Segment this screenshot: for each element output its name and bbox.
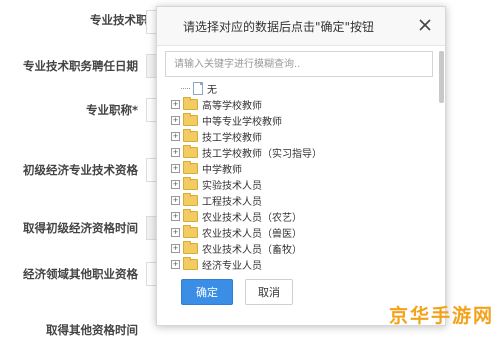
folder-icon xyxy=(183,160,198,174)
tree-node-agri-agronomy[interactable]: + 农业技术人员（农艺） xyxy=(171,208,302,224)
tree-node-label: 农业技术人员（畜牧） xyxy=(202,244,302,256)
tree-node-label: 技工学校教师 xyxy=(202,132,262,144)
tree-node-university-teacher[interactable]: + 高等学校教师 xyxy=(171,96,262,112)
dialog-title: 请选择对应的数据后点击"确定"按钮 xyxy=(183,20,375,34)
cancel-button[interactable]: 取消 xyxy=(245,279,293,305)
folder-icon xyxy=(183,112,198,126)
tree-node-economist[interactable]: + 经济专业人员 xyxy=(171,256,262,272)
confirm-button[interactable]: 确定 xyxy=(181,279,233,305)
tree-node-label: 中学教师 xyxy=(202,164,242,176)
expand-icon[interactable]: + xyxy=(171,163,180,173)
expand-icon[interactable]: + xyxy=(171,131,180,141)
expand-icon[interactable]: + xyxy=(171,227,180,237)
close-icon[interactable] xyxy=(415,15,435,35)
folder-icon xyxy=(183,176,198,190)
tree-node-label: 农业技术人员（农艺） xyxy=(202,212,302,224)
tree-node-secondary-vocational-teacher[interactable]: + 中等专业学校教师 xyxy=(171,112,282,128)
folder-icon xyxy=(183,144,198,158)
form-label-professional-title: 专业职称* xyxy=(85,103,138,117)
tree-node-engineer[interactable]: + 工程技术人员 xyxy=(171,192,262,208)
form-label-junior-date: 取得初级经济资格时间 xyxy=(23,221,138,235)
folder-icon xyxy=(183,96,198,110)
expand-icon[interactable]: + xyxy=(171,243,180,253)
file-icon xyxy=(193,81,203,95)
tree-node-label: 高等学校教师 xyxy=(202,100,262,112)
tree-node-none[interactable]: 无 xyxy=(181,81,217,96)
tree-node-agri-veterinary[interactable]: + 农业技术人员（兽医） xyxy=(171,224,302,240)
search-input[interactable] xyxy=(165,51,433,77)
form-label-appoint-date: 专业技术职务聘任日期 xyxy=(23,59,138,73)
tree-line xyxy=(181,87,190,89)
tree-node-agri-husbandry[interactable]: + 农业技术人员（畜牧） xyxy=(171,240,302,256)
tree-node-label: 中等专业学校教师 xyxy=(202,116,282,128)
tree-node-label: 实验技术人员 xyxy=(202,180,262,192)
expand-icon[interactable]: + xyxy=(171,99,180,109)
tree-node-label: 经济专业人员 xyxy=(202,260,262,272)
folder-icon xyxy=(183,128,198,142)
select-dialog: 请选择对应的数据后点击"确定"按钮 无 + 高等学校教师 + 中等专业学校教师 … xyxy=(156,6,446,326)
form-label-other-qualification: 经济领域其他职业资格 xyxy=(23,267,138,281)
tree-node-label: 技工学校教师（实习指导） xyxy=(202,148,322,160)
expand-icon[interactable]: + xyxy=(171,147,180,157)
expand-icon[interactable]: + xyxy=(171,259,180,269)
dialog-header: 请选择对应的数据后点击"确定"按钮 xyxy=(157,7,445,46)
tree-node-label: 无 xyxy=(207,84,217,96)
category-tree: 无 + 高等学校教师 + 中等专业学校教师 + 技工学校教师 + 技工学校教师（… xyxy=(165,77,433,277)
folder-icon xyxy=(183,240,198,254)
expand-icon[interactable]: + xyxy=(171,179,180,189)
expand-icon[interactable]: + xyxy=(171,195,180,205)
folder-icon xyxy=(183,224,198,238)
folder-icon xyxy=(183,192,198,206)
tree-node-label: 工程技术人员 xyxy=(202,196,262,208)
tree-node-technical-school-teacher[interactable]: + 技工学校教师 xyxy=(171,128,262,144)
site-watermark: 京华手游网 xyxy=(388,305,494,327)
tree-node-technical-school-instructor[interactable]: + 技工学校教师（实习指导） xyxy=(171,144,322,160)
tree-node-label: 农业技术人员（兽医） xyxy=(202,228,302,240)
tree-node-lab-technician[interactable]: + 实验技术人员 xyxy=(171,176,262,192)
form-label-junior-qualification: 初级经济专业技术资格 xyxy=(23,163,138,177)
tree-node-middle-school-teacher[interactable]: + 中学教师 xyxy=(171,160,242,176)
form-label-other-date: 取得其他资格时间 xyxy=(46,323,138,337)
folder-icon xyxy=(183,208,198,222)
expand-icon[interactable]: + xyxy=(171,115,180,125)
folder-icon xyxy=(183,256,198,270)
tree-scrollbar[interactable] xyxy=(439,51,444,103)
expand-icon[interactable]: + xyxy=(171,211,180,221)
